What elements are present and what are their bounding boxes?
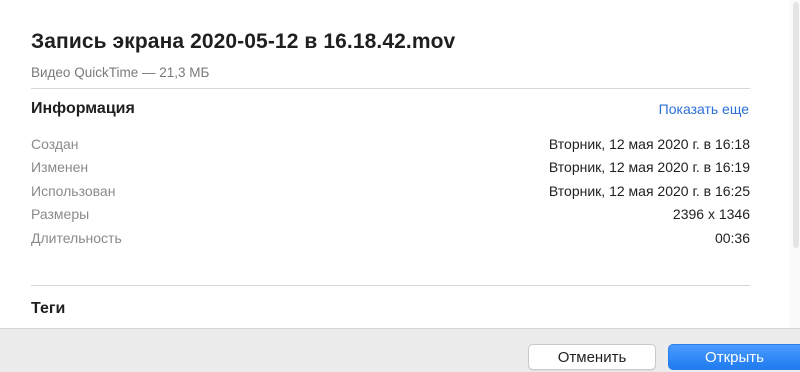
show-more-link[interactable]: Показать еще: [659, 101, 749, 117]
info-row-duration: Длительность 00:36: [31, 226, 750, 250]
info-value: Вторник, 12 мая 2020 г. в 16:25: [548, 182, 750, 199]
info-row-last-opened: Использован Вторник, 12 мая 2020 г. в 16…: [31, 179, 750, 203]
info-row-created: Создан Вторник, 12 мая 2020 г. в 16:18: [31, 132, 750, 156]
divider: [31, 88, 750, 89]
info-row-modified: Изменен Вторник, 12 мая 2020 г. в 16:19: [31, 156, 750, 180]
cancel-button[interactable]: Отменить: [528, 344, 656, 370]
file-info-panel: Запись экрана 2020-05-12 в 16.18.42.mov …: [0, 0, 800, 328]
info-label: Размеры: [31, 206, 90, 223]
tags-section-heading: Теги: [31, 300, 66, 317]
info-value: 2396 x 1346: [672, 206, 750, 223]
divider: [31, 285, 750, 286]
dialog-footer: Отменить Открыть: [0, 328, 800, 372]
info-value: 00:36: [714, 229, 750, 246]
info-list: Создан Вторник, 12 мая 2020 г. в 16:18 И…: [31, 132, 750, 250]
info-value: Вторник, 12 мая 2020 г. в 16:18: [548, 135, 750, 152]
open-button[interactable]: Открыть: [668, 344, 800, 370]
info-label: Длительность: [31, 229, 122, 246]
scrollbar-thumb[interactable]: [793, 2, 799, 248]
file-subtitle: Видео QuickTime — 21,3 МБ: [31, 65, 210, 80]
info-section-heading: Информация: [31, 100, 135, 117]
scrollbar[interactable]: [790, 0, 800, 328]
info-label: Изменен: [31, 159, 89, 176]
info-row-dimensions: Размеры 2396 x 1346: [31, 203, 750, 227]
info-value: Вторник, 12 мая 2020 г. в 16:19: [548, 159, 750, 176]
file-title: Запись экрана 2020-05-12 в 16.18.42.mov: [31, 30, 456, 53]
info-label: Создан: [31, 135, 79, 152]
info-label: Использован: [31, 182, 116, 199]
